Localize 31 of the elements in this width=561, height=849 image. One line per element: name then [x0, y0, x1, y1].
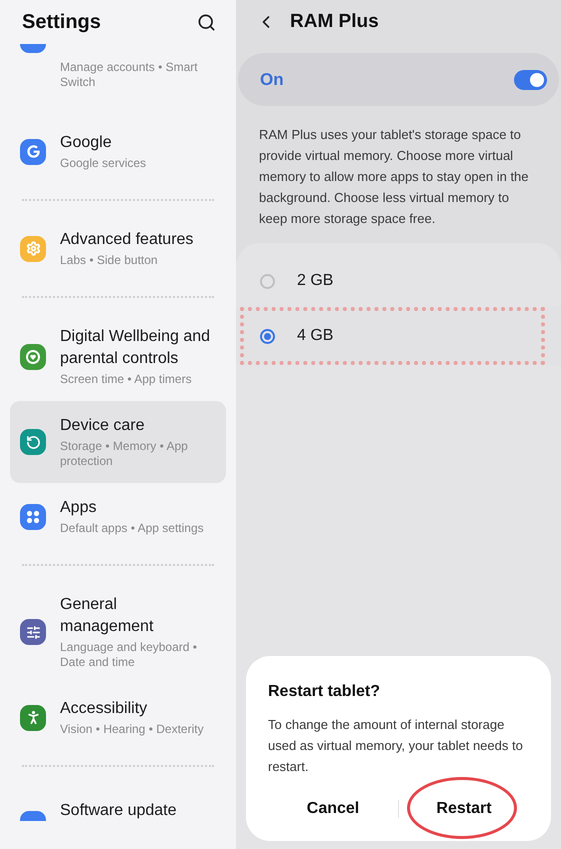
item-subtitle: Vision • Hearing • Dexterity: [60, 722, 205, 737]
radio-button[interactable]: [260, 328, 275, 344]
sidebar-title: Settings: [22, 10, 101, 35]
settings-item[interactable]: Digital Wellbeing and parental controls Screen time • App timers: [10, 312, 226, 401]
dialog-button[interactable]: Restart: [426, 791, 502, 827]
settings-item[interactable]: Apps Default apps • App settings: [10, 483, 226, 550]
switch-label: On: [260, 68, 284, 91]
dialog-message: To change the amount of internal storage used as virtual memory, your tablet needs to restart.: [268, 716, 524, 776]
item-subtitle: Default apps • App settings: [60, 521, 205, 536]
settings-item[interactable]: Google Google services: [10, 118, 226, 185]
settings-item[interactable]: Accessibility Vision • Hearing • Dexterity: [10, 684, 226, 751]
search-icon[interactable]: [197, 12, 216, 32]
description-text: RAM Plus uses your tablet's storage space to provide virtual memory. Choose more virtual memory to allow more apps to stay open in the background. Choose less virtual memory to keep more storage space free.: [258, 126, 530, 228]
item-subtitle: Language and keyboard • Date and time: [60, 640, 198, 670]
item-subtitle: Google services: [60, 156, 148, 171]
item-subtitle: Manage accounts • Smart Switch: [60, 60, 199, 90]
settings-item[interactable]: Advanced features Labs • Side button: [10, 215, 226, 282]
dialog-title: Restart tablet?: [268, 682, 382, 702]
item-subtitle: Storage • Memory • App protection: [60, 439, 189, 469]
toggle-switch[interactable]: [514, 70, 547, 90]
dialog-button[interactable]: Cancel: [296, 791, 370, 827]
option-label: 4 GB: [297, 326, 334, 346]
settings-item[interactable]: General management Language and keyboard • Date and time: [10, 580, 226, 684]
option-label: 2 GB: [297, 271, 334, 291]
settings-item[interactable]: Device care Storage • Memory • App protection: [10, 401, 226, 483]
item-subtitle: Screen time • App timers: [60, 372, 193, 387]
page-title: RAM Plus: [290, 10, 379, 34]
option-row[interactable]: 2 GB: [236, 255, 561, 307]
radio-button[interactable]: [260, 274, 275, 288]
settings-item[interactable]: Software update: [10, 781, 226, 821]
item-subtitle: Labs • Side button: [60, 253, 159, 268]
